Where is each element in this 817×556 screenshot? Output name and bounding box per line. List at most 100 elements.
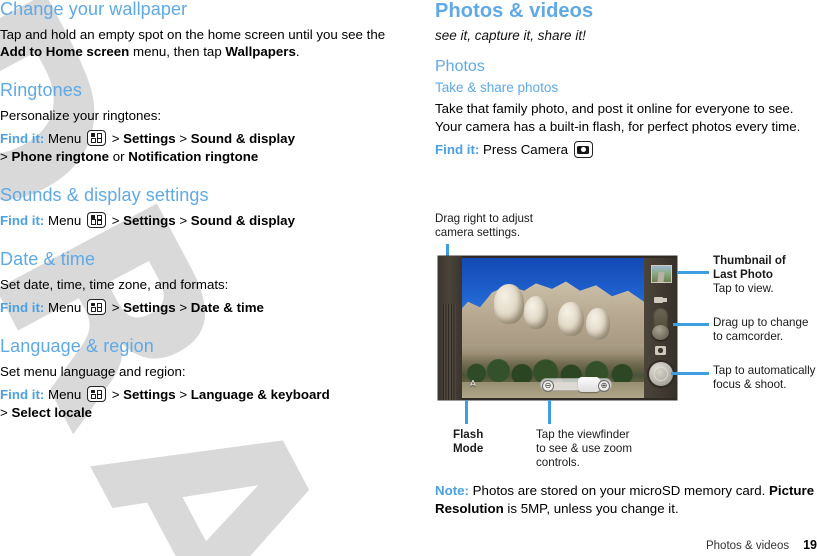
camera-key-icon[interactable] (573, 141, 593, 159)
paragraph-language-region: Set menu language and region: (0, 363, 186, 379)
callout-drag-settings-line2: camera settings. (435, 226, 521, 239)
findit-menu-label: Menu (48, 131, 82, 147)
menu-key-icon[interactable] (86, 130, 106, 147)
settings-drawer-handle[interactable] (438, 256, 462, 400)
path-sound-display-2: Sound & display (190, 212, 295, 228)
path-language-keyboard: Language & keyboard (190, 387, 330, 403)
heading-photos: Photos (435, 58, 485, 75)
findit-press-camera-text: Press Camera (483, 142, 568, 158)
chevron-2: > (179, 387, 188, 403)
heading-change-your-wallpaper: Change your wallpaper (0, 0, 188, 19)
paragraph-ringtones: Personalize your ringtones: (0, 107, 162, 123)
heading-date-time: Date & time (0, 248, 96, 269)
callout-thumbnail-line1: Thumbnail of (713, 254, 786, 267)
page-footer: Photos & videos 19 (706, 538, 817, 552)
paragraph-take-share-photos: Take that family photo, and post it onli… (435, 101, 801, 134)
chevron-2: > (179, 300, 188, 316)
path-phone-ringtone: Phone ringtone (11, 149, 109, 165)
findit-menu-label: Menu (48, 300, 82, 316)
findit-label: Find it: (0, 387, 45, 403)
path-select-locale: Select locale (11, 405, 93, 421)
carved-head-2 (524, 296, 548, 329)
carved-head-1 (494, 284, 524, 324)
findit-ringtones: Find it: Menu > Settings > Sound & displ… (0, 130, 400, 166)
callout-line-camcorder (673, 323, 709, 326)
callout-line-shutter (671, 372, 709, 375)
note-text-1: Photos are stored on your microSD memory… (468, 483, 770, 498)
shutter-button[interactable] (649, 362, 673, 386)
wallpaper-text-1: Tap and hold an empty spot on the home s… (0, 26, 386, 42)
callout-thumbnail: Thumbnail of Last Photo Tap to view. (713, 254, 817, 296)
callout-flash-line2: Mode (453, 442, 484, 455)
callout-thumbnail-line2: Last Photo (713, 268, 773, 281)
last-photo-thumbnail[interactable] (651, 265, 672, 283)
findit-label: Find it: (435, 142, 480, 158)
callout-shutter-line2: focus & shoot. (713, 378, 787, 391)
callout-viewfinder-line3: controls. (536, 456, 580, 469)
chevron-3: > (0, 149, 8, 165)
left-column: Change your wallpaper Tap and hold an em… (0, 0, 400, 428)
findit-press-camera: Find it: Press Camera (435, 141, 817, 159)
zoom-in-icon[interactable]: ⊕ (598, 379, 610, 392)
footer-page-number: 19 (803, 538, 817, 552)
callout-camcorder-line1: Drag up to change (713, 316, 809, 329)
callout-camcorder: Drag up to change to camcorder. (713, 316, 817, 344)
findit-language-region: Find it: Menu > Settings > Language & ke… (0, 386, 400, 422)
camera-camcorder-mode-slider[interactable] (652, 308, 669, 340)
note-paragraph: Note: Photos are stored on your microSD … (435, 482, 817, 517)
findit-label: Find it: (0, 131, 45, 147)
findit-label: Find it: (0, 300, 45, 316)
camcorder-icon[interactable] (654, 296, 667, 304)
footer-chapter: Photos & videos (705, 540, 790, 552)
mode-slider-knob[interactable] (652, 325, 669, 340)
wallpaper-bold-wallpapers: Wallpapers (225, 44, 296, 60)
manual-page: Change your wallpaper Tap and hold an em… (0, 0, 817, 556)
callout-flash-mode: Flash Mode (453, 428, 513, 456)
callout-drag-settings: Drag right to adjust camera settings. (435, 212, 585, 240)
camera-viewfinder-screenshot: A ⊖ ⊕ (438, 256, 677, 400)
findit-date-time: Find it: Menu > Settings > Date & time (0, 299, 400, 317)
paragraph-date-time: Set date, time, time zone, and formats: (0, 276, 229, 292)
wallpaper-text-2: menu, then tap (129, 44, 226, 60)
chevron-1: > (111, 131, 120, 147)
wallpaper-text-3: . (295, 44, 300, 60)
camera-photo-icon[interactable] (655, 346, 666, 355)
menu-key-icon[interactable] (86, 211, 106, 228)
callout-line-thumbnail (677, 271, 709, 274)
chevron-1: > (111, 300, 120, 316)
chevron-1: > (111, 387, 120, 403)
callout-viewfinder-line2: to see & use zoom (536, 442, 633, 455)
thumbnail-content (657, 272, 665, 282)
viewfinder-preview[interactable]: A ⊖ ⊕ (462, 258, 644, 398)
callout-camcorder-line2: to camcorder. (713, 330, 784, 343)
callout-shutter: Tap to automatically focus & shoot. (713, 364, 817, 392)
findit-menu-label: Menu (48, 212, 82, 228)
chevron-2: > (179, 131, 188, 147)
path-settings-4: Settings (123, 387, 176, 403)
heading-ringtones: Ringtones (0, 79, 82, 100)
callout-thumbnail-sub: Tap to view. (713, 282, 774, 295)
path-date-time: Date & time (190, 300, 264, 316)
drawer-grip-ridges (443, 304, 456, 400)
callout-drag-settings-line1: Drag right to adjust (435, 212, 533, 225)
zoom-out-icon[interactable]: ⊖ (542, 379, 554, 392)
menu-key-icon[interactable] (86, 386, 106, 403)
zoom-slider-knob[interactable] (578, 377, 600, 392)
findit-label: Find it: (0, 212, 45, 228)
carved-head-4 (586, 308, 610, 340)
menu-key-icon[interactable] (86, 299, 106, 316)
findit-sounds-display: Find it: Menu > Settings > Sound & displ… (0, 211, 400, 230)
path-settings-2: Settings (123, 212, 176, 228)
flash-mode-icon[interactable]: A (466, 378, 480, 389)
heading-take-share-photos: Take & share photos (435, 79, 559, 95)
path-settings-3: Settings (123, 300, 176, 316)
paragraph-change-your-wallpaper: Tap and hold an empty spot on the home s… (0, 26, 400, 61)
callout-line-viewfinder (548, 400, 551, 424)
conjunction-or: or (112, 149, 125, 165)
path-notification-ringtone: Notification ringtone (128, 149, 259, 165)
carved-head-3 (558, 302, 584, 336)
zoom-control-slider[interactable]: ⊖ ⊕ (540, 377, 612, 392)
